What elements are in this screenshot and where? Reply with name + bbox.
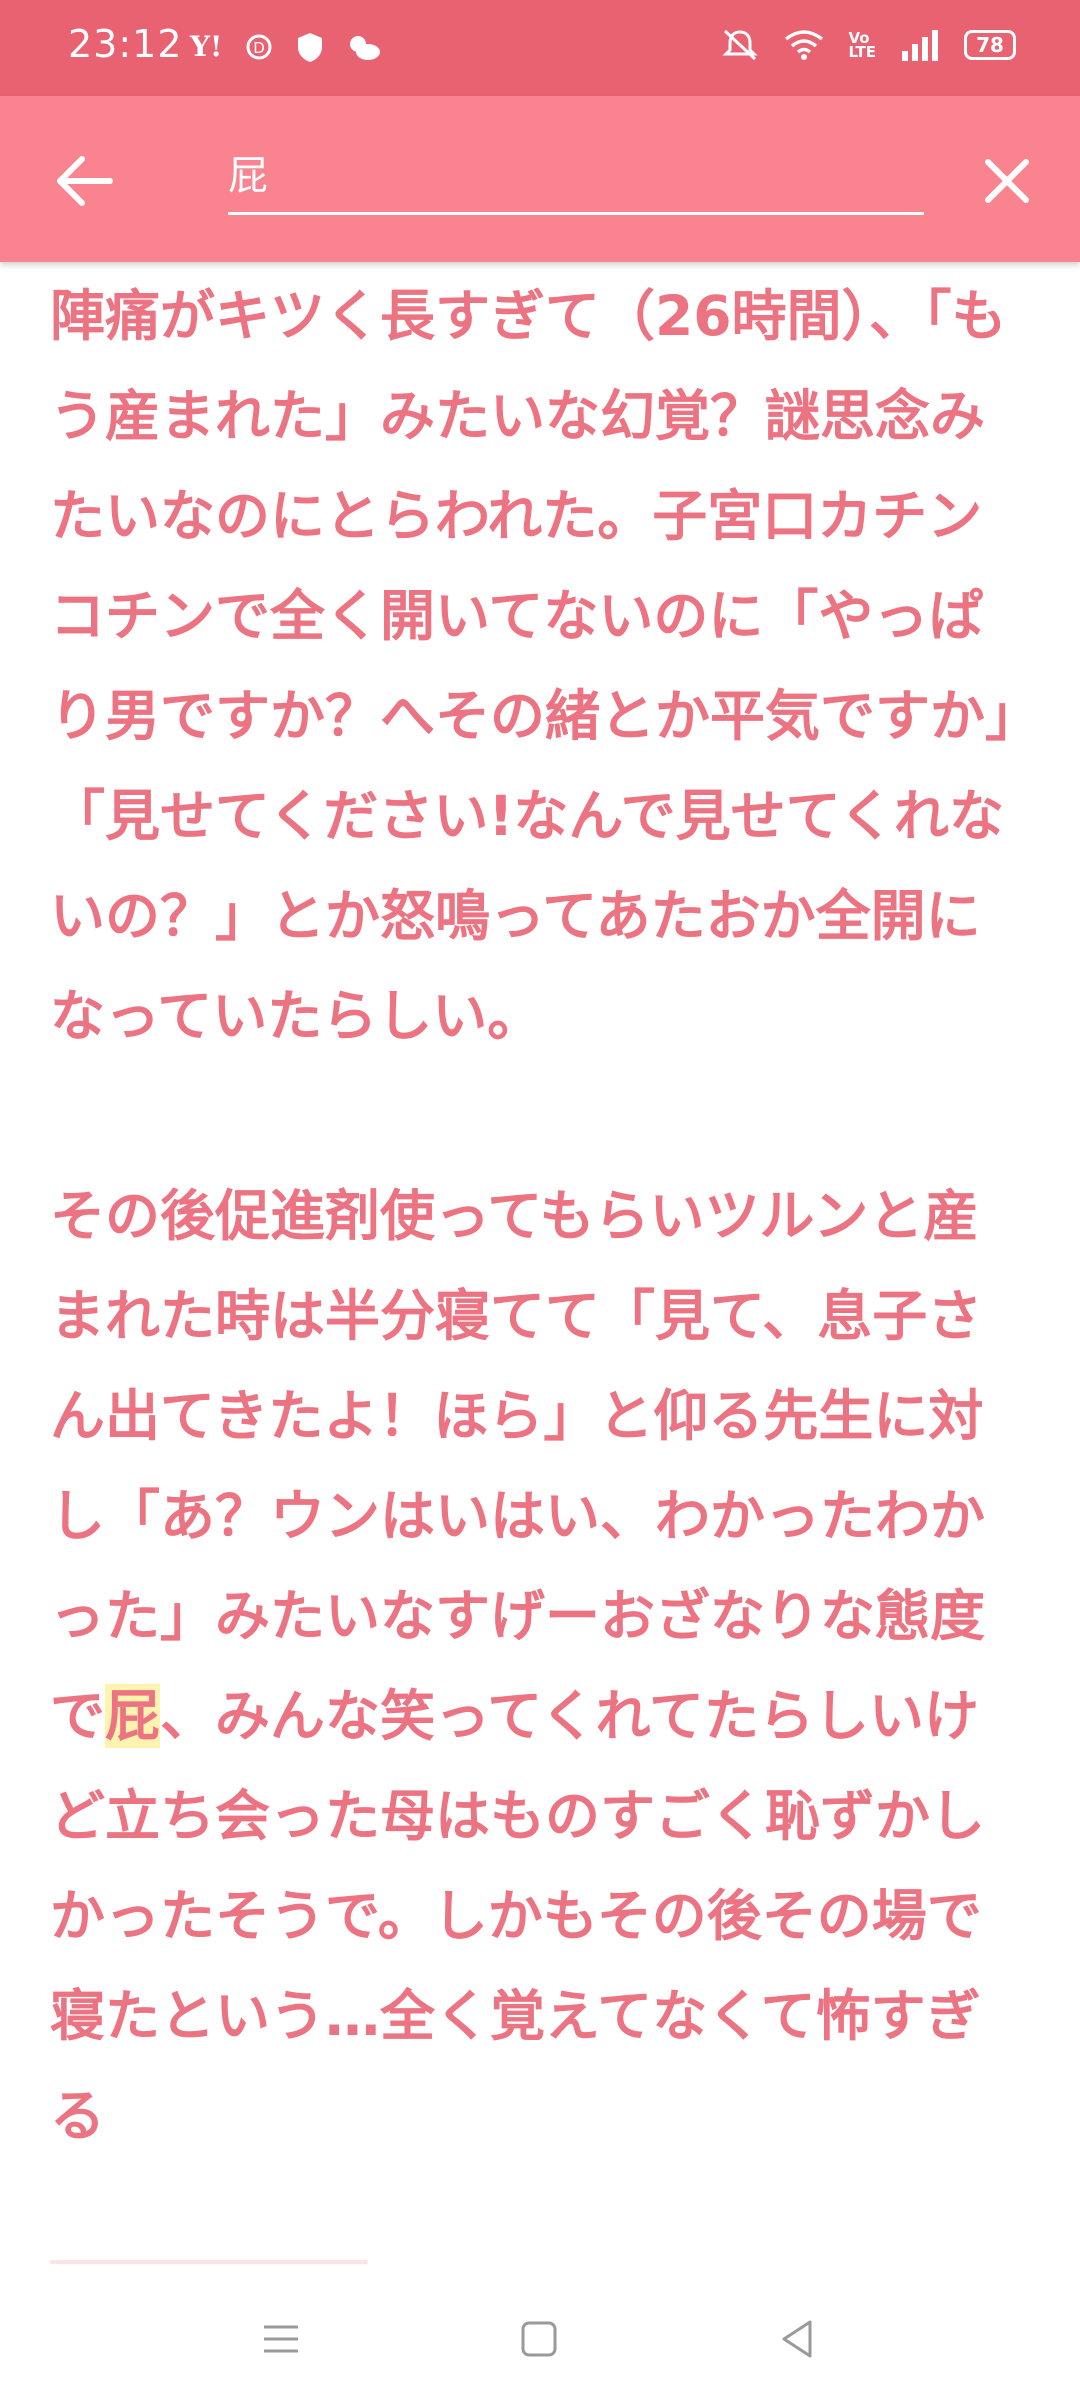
yahoo-icon: Y! <box>190 30 223 63</box>
comment-paragraph-with-match: その後促進剤使ってもらいツルンと産まれた時は半分寝てて「見て、息子さん出てきたよ… <box>50 1166 1030 2166</box>
back-icon[interactable] <box>774 2316 820 2362</box>
search-field <box>228 140 924 215</box>
comment-body: 陣痛がキツく長すぎて（26時間）、「もう産まれた」みたいな幻覚？謎思念みたいなの… <box>50 266 1030 2166</box>
status-bar: 23:12 Y! D Vo LTE 78 <box>0 0 1080 96</box>
mute-icon <box>722 29 759 61</box>
battery-icon: 78 <box>964 30 1016 60</box>
status-time: 23:12 <box>68 22 183 66</box>
text-after-match: 、みんな笑ってくれてたらしいけど立ち会った母はものすごく恥ずかしかったそうで。し… <box>50 1684 986 2148</box>
status-left-icons: Y! D <box>190 30 382 63</box>
comment-paragraph: 陣痛がキツく長すぎて（26時間）、「もう産まれた」みたいな幻覚？謎思念みたいなの… <box>50 284 1013 1048</box>
weather-icon <box>350 35 381 60</box>
svg-text:D: D <box>254 39 266 57</box>
system-navigation-bar <box>0 2276 1080 2400</box>
data-saver-icon: D <box>246 34 272 59</box>
signal-icon <box>902 30 938 61</box>
text-before-match: その後促進剤使ってもらいツルンと産まれた時は半分寝てて「見て、息子さん出てきたよ… <box>50 1184 986 1748</box>
close-icon[interactable] <box>976 150 1038 212</box>
content-divider <box>50 2260 368 2264</box>
home-icon[interactable] <box>516 2316 562 2362</box>
menu-icon[interactable] <box>258 2316 304 2362</box>
search-match-highlight: 屁 <box>105 1684 161 1748</box>
search-app-bar <box>0 96 1080 262</box>
search-input[interactable] <box>228 142 908 202</box>
wifi-icon <box>785 30 824 60</box>
status-right-icons: Vo LTE 78 <box>720 28 1016 62</box>
back-arrow-icon[interactable] <box>52 148 118 214</box>
shield-icon <box>298 32 323 62</box>
volte-icon: Vo LTE <box>848 29 876 61</box>
